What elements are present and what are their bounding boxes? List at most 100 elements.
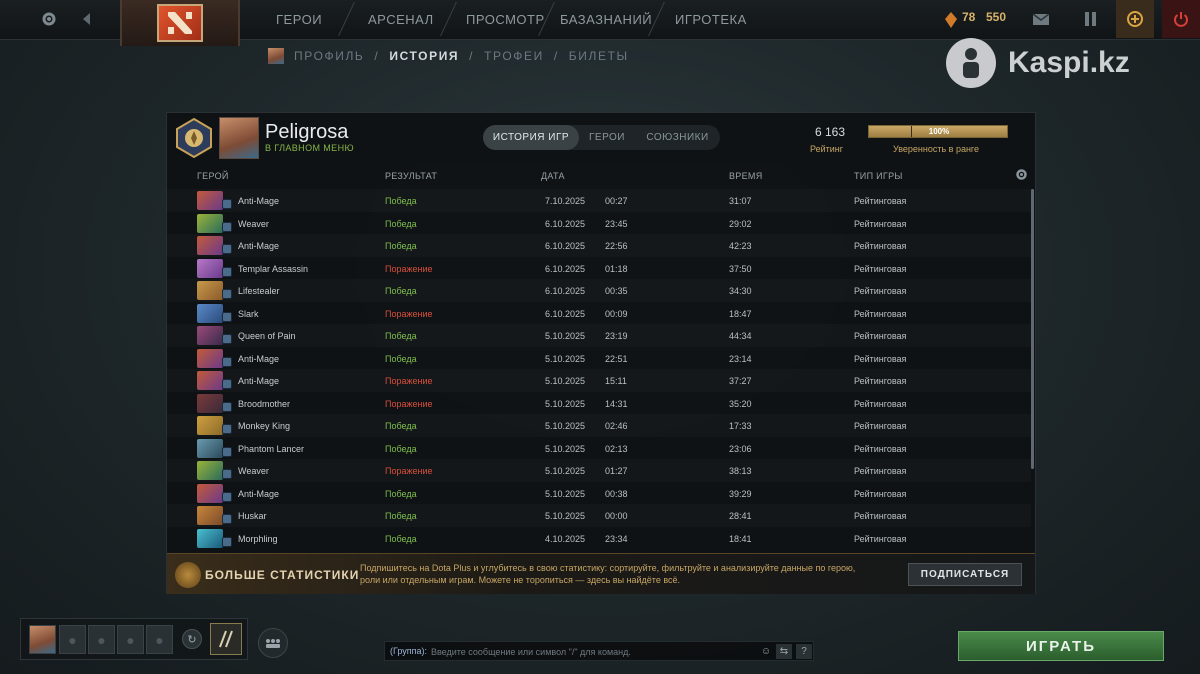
role-badge-icon [222,311,232,322]
match-list-scrollbar[interactable] [1031,189,1034,469]
nav-arcade[interactable]: ИГРОТЕКА [675,0,747,38]
rating-value: 6 163 [815,125,846,139]
tab-match-history[interactable]: ИСТОРИЯ ИГР [483,125,579,150]
col-hero[interactable]: ГЕРОЙ [197,171,229,181]
col-result[interactable]: РЕЗУЛЬТАТ [385,171,437,181]
match-duration: 23:14 [729,353,752,364]
match-duration: 23:06 [729,443,752,454]
party-slot-self[interactable] [29,625,56,654]
match-duration: 39:29 [729,488,752,499]
tab-allies[interactable]: СОЮЗНИКИ [635,125,720,150]
match-date: 5.10.2025 [545,488,586,499]
hero-portrait [197,191,223,210]
role-badge-icon [222,334,232,344]
match-date: 7.10.2025 [545,196,586,206]
game-type: Рейтинговая [854,286,907,296]
role-badge-icon [222,289,232,299]
plus-icon[interactable] [1116,0,1154,38]
subnav-history[interactable]: ИСТОРИЯ [389,49,459,63]
shard-icon [940,9,962,31]
match-row[interactable]: Broodmother Поражение 5.10.2025 14:31 35:20 Р… [167,392,1031,415]
channel-switch-icon[interactable]: ⇆ [776,644,792,659]
match-time: 14:31 [605,398,628,409]
match-row[interactable]: Anti-Mage Победа 7.10.2025 00:27 31:07 Рейтин… [167,189,1031,212]
party-slot-empty[interactable]: ● [146,625,173,654]
emoji-icon[interactable]: ☺ [758,644,774,659]
match-row[interactable]: Weaver Поражение 5.10.2025 01:27 38:13 Рейтин… [167,459,1031,482]
chat-input[interactable] [431,644,751,659]
subnav-tickets[interactable]: БИЛЕТЫ [569,49,629,63]
match-time: 22:56 [605,241,628,251]
match-row[interactable]: Anti-Mage Поражение 5.10.2025 15:11 37:27 Рей… [167,369,1031,392]
nav-learn[interactable]: БАЗАЗНАНИЙ [560,0,652,38]
help-icon[interactable]: ? [796,644,812,659]
ranked-mode-icon[interactable] [210,623,242,655]
match-result: Победа [385,218,417,229]
party-slot-empty[interactable]: ● [59,625,86,654]
chat-bar: (Группа): ☺ ⇆ ? [384,641,814,661]
mail-icon[interactable] [1022,0,1060,38]
match-date: 4.10.2025 [545,533,586,544]
hero-portrait [197,371,223,390]
match-result: Поражение [385,263,433,274]
party-slot-empty[interactable]: ● [117,625,144,654]
match-row[interactable]: Monkey King Победа 5.10.2025 02:46 17:33 Рейт… [167,414,1031,437]
col-date[interactable]: ДАТА [541,171,565,181]
nav-arsenal[interactable]: АРСЕНАЛ [368,0,434,38]
match-row[interactable]: Anti-Mage Победа 6.10.2025 22:56 42:23 Рейтин… [167,234,1031,257]
match-duration: 44:34 [729,331,752,341]
history-tabs: ИСТОРИЯ ИГР ГЕРОИ СОЮЗНИКИ [483,125,720,150]
profile-header: Peligrosa В ГЛАВНОМ МЕНЮ ИСТОРИЯ ИГР ГЕР… [167,113,1035,163]
dota-logo-tab[interactable] [120,0,240,46]
match-row[interactable]: Lifestealer Победа 6.10.2025 00:35 34:30 Рейт… [167,279,1031,302]
hero-name: Queen of Pain [238,331,296,341]
col-game-type[interactable]: ТИП ИГРЫ [854,171,903,181]
table-settings-gear-icon[interactable] [1015,168,1028,184]
match-result: Поражение [385,308,433,319]
match-date: 5.10.2025 [545,353,586,364]
tab-heroes[interactable]: ГЕРОИ [579,125,635,150]
match-row[interactable]: Templar Assassin Поражение 6.10.2025 01:18 3… [167,257,1031,280]
match-row[interactable]: Phantom Lancer Победа 5.10.2025 02:13 23:06 Р… [167,437,1031,460]
refresh-icon[interactable]: ↻ [182,629,202,649]
power-icon[interactable] [1162,0,1200,38]
hero-name: Anti-Mage [238,196,280,206]
currency-a: 78 [962,10,976,24]
match-result: Победа [385,421,417,431]
find-group-icon[interactable] [258,628,288,658]
match-row[interactable]: Queen of Pain Победа 5.10.2025 23:19 44:34 Ре… [167,324,1031,347]
rank-medal-icon [173,117,215,159]
col-duration[interactable]: ВРЕМЯ [729,171,763,181]
subscribe-button[interactable]: ПОДПИСАТЬСЯ [908,563,1022,586]
match-time: 00:09 [605,308,628,319]
match-history-panel: Peligrosa В ГЛАВНОМ МЕНЮ ИСТОРИЯ ИГР ГЕР… [166,112,1036,594]
play-button[interactable]: ИГРАТЬ [958,631,1164,661]
party-slot-empty[interactable]: ● [88,625,115,654]
match-list: Anti-Mage Победа 7.10.2025 00:27 31:07 Рейтин… [167,189,1031,549]
match-row[interactable]: Slark Поражение 6.10.2025 00:09 18:47 Рейтинг… [167,302,1031,325]
match-row[interactable]: Anti-Mage Победа 5.10.2025 22:51 23:14 Рейтин… [167,347,1031,370]
hero-portrait [197,438,223,458]
profile-avatar-small[interactable] [268,48,284,64]
role-badge-icon [222,536,232,547]
hero-portrait [197,213,223,233]
gear-icon[interactable] [38,8,60,30]
match-row[interactable]: Weaver Победа 6.10.2025 23:45 29:02 Рейтингов… [167,212,1031,235]
shield-icon[interactable] [1072,0,1110,38]
hero-portrait [197,281,223,300]
game-type: Рейтинговая [854,421,907,431]
arrow-left-icon[interactable] [76,8,98,30]
role-badge-icon [222,446,232,457]
match-result: Победа [385,331,417,341]
subnav-trophies[interactable]: ТРОФЕИ [484,49,544,63]
subnav-profile[interactable]: ПРОФИЛЬ [294,49,364,63]
match-row[interactable]: Morphling Победа 4.10.2025 23:34 18:41 Рейтин… [167,527,1031,550]
nav-watch[interactable]: ПРОСМОТР [466,0,545,38]
match-row[interactable]: Anti-Mage Победа 5.10.2025 00:38 39:29 Рейтин… [167,482,1031,505]
match-row[interactable]: Huskar Победа 5.10.2025 00:00 28:41 Рейтингов… [167,504,1031,527]
match-duration: 17:33 [729,421,752,431]
game-type: Рейтинговая [854,353,907,364]
avatar[interactable] [219,117,259,159]
nav-heroes[interactable]: ГЕРОИ [276,0,322,38]
match-date: 5.10.2025 [545,376,586,386]
